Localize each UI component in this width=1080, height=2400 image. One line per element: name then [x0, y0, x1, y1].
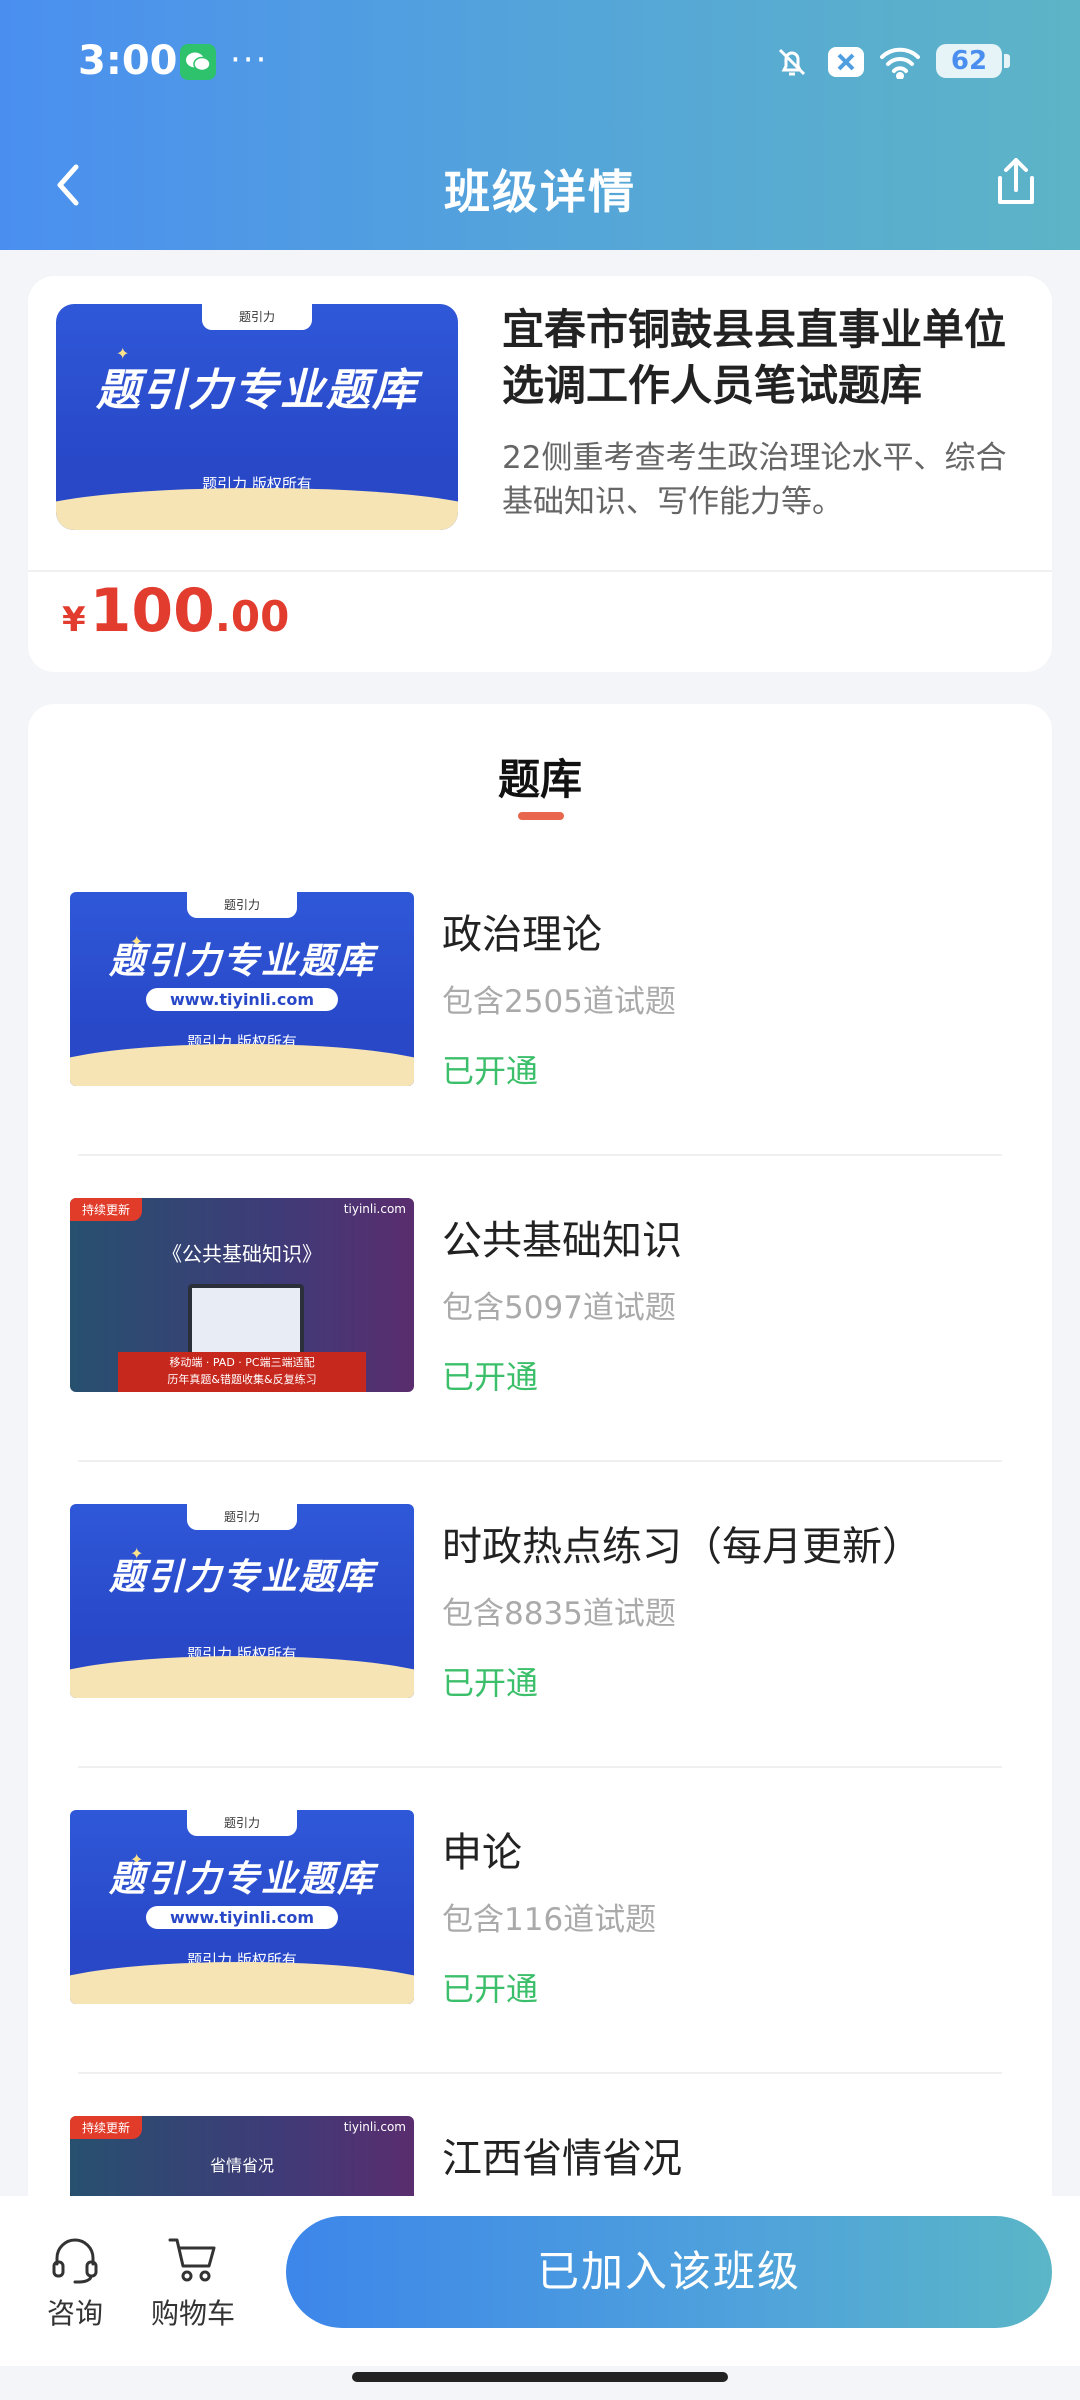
- status-time: 3:00: [78, 38, 178, 84]
- course-price: ¥ 100 .00: [62, 576, 289, 646]
- thumb-title: 《公共基础知识》: [162, 1242, 322, 1266]
- laptop-icon: [188, 1284, 304, 1356]
- thumb-banner: 移动端 · PAD · PC端三端适配 历年真题&错题收集&反复练习: [118, 1352, 366, 1392]
- headset-icon: [20, 2232, 130, 2288]
- course-title: 宜春市铜鼓县县直事业单位选调工作人员笔试题库: [502, 305, 1007, 410]
- bank-item-count: 包含5097道试题: [442, 1290, 676, 1326]
- bank-item-status: 已开通: [442, 1358, 539, 1396]
- bank-item-name: 时政热点练习（每月更新）: [442, 1524, 922, 1570]
- bank-item-status: 已开通: [442, 1052, 539, 1090]
- bank-thumbnail: 持续更新 tiyinli.com 省情省况: [70, 2116, 414, 2200]
- thumb-title: 题引力专业题库: [108, 941, 375, 982]
- share-icon[interactable]: [986, 152, 1046, 212]
- home-indicator[interactable]: [352, 2372, 728, 2382]
- thumb-banner-line2: 历年真题&错题收集&反复练习: [167, 1373, 317, 1386]
- heading-underline: [518, 812, 564, 820]
- bank-item-count: 包含8835道试题: [442, 1596, 676, 1632]
- shopping-cart-icon: [138, 2232, 248, 2288]
- question-bank-list: 题引力 ✦ 题引力专业题库 www.tiyinli.com 题引力 版权所有 政…: [28, 850, 1052, 2200]
- consult-button[interactable]: 咨询: [20, 2232, 130, 2332]
- thumb-url: www.tiyinli.com: [145, 1906, 339, 1929]
- section-heading: 题库: [497, 755, 582, 804]
- thumb-title: 题引力专业题库: [108, 1859, 375, 1900]
- thumb-title: 题引力专业题库: [108, 1557, 375, 1598]
- close-notification-icon: [824, 42, 868, 82]
- thumb-banner-line1: 移动端 · PAD · PC端三端适配: [169, 1356, 315, 1369]
- bank-item-count: 包含2505道试题: [442, 984, 676, 1020]
- price-decimal: .00: [214, 592, 290, 641]
- status-bar: 3:00 ··· 62: [0, 0, 1080, 120]
- bank-item-status: 已开通: [442, 1970, 539, 2008]
- wechat-icon: [180, 44, 216, 80]
- price-symbol: ¥: [62, 600, 86, 640]
- page-title: 班级详情: [444, 165, 636, 219]
- thumb-title: 题引力专业题库: [96, 365, 418, 416]
- more-notifications-icon: ···: [230, 40, 269, 80]
- navigation-bar: 班级详情: [0, 130, 1080, 240]
- bank-thumbnail: 持续更新 tiyinli.com 《公共基础知识》 移动端 · PAD · PC…: [70, 1198, 414, 1392]
- bank-item-essay[interactable]: 题引力 ✦ 题引力专业题库 www.tiyinli.com 题引力 版权所有 申…: [28, 1768, 1052, 2074]
- question-bank-section: 题库 题引力 ✦ 题引力专业题库 www.tiyinli.com 题引力 版权所…: [28, 704, 1052, 2200]
- bottom-action-bar: 咨询 购物车 已加入该班级: [0, 2196, 1080, 2366]
- bank-item-public-basics[interactable]: 持续更新 tiyinli.com 《公共基础知识》 移动端 · PAD · PC…: [28, 1156, 1052, 1462]
- mute-bell-icon: [772, 42, 812, 82]
- course-description: 22侧重考查考生政治理论水平、综合基础知识、写作能力等。: [502, 440, 1007, 520]
- cart-button[interactable]: 购物车: [138, 2232, 248, 2332]
- bank-item-name: 公共基础知识: [442, 1218, 682, 1264]
- thumb-brand: tiyinli.com: [343, 2120, 406, 2134]
- battery-indicator: 62: [936, 44, 1010, 78]
- bank-thumbnail: 题引力 ✦ 题引力专业题库 www.tiyinli.com 题引力 版权所有: [70, 892, 414, 1086]
- bank-item-name: 申论: [442, 1830, 522, 1876]
- course-card: 题引力 ✦ 题引力专业题库 题引力 版权所有 宜春市铜鼓县县直事业单位选调工作人…: [28, 276, 1052, 672]
- joined-class-button[interactable]: 已加入该班级: [286, 2216, 1052, 2328]
- bank-item-politics[interactable]: 题引力 ✦ 题引力专业题库 www.tiyinli.com 题引力 版权所有 政…: [28, 850, 1052, 1156]
- thumb-tab: 题引力: [187, 1810, 297, 1836]
- cart-label: 购物车: [150, 2297, 235, 2330]
- divider: [28, 570, 1052, 572]
- course-thumbnail: 题引力 ✦ 题引力专业题库 题引力 版权所有: [56, 304, 458, 530]
- bank-item-jiangxi[interactable]: 持续更新 tiyinli.com 省情省况 江西省情省况: [28, 2074, 1052, 2200]
- thumb-tab: 题引力: [202, 304, 312, 330]
- bank-item-name: 江西省情省况: [442, 2136, 682, 2182]
- thumb-brand: tiyinli.com: [343, 1202, 406, 1216]
- consult-label: 咨询: [46, 2297, 103, 2330]
- price-integer: 100: [89, 576, 215, 646]
- bank-item-status: 已开通: [442, 1664, 539, 1702]
- thumb-title: 省情省况: [209, 2156, 274, 2175]
- thumb-tag: 持续更新: [70, 2116, 143, 2139]
- wifi-icon: [876, 42, 924, 82]
- thumb-tag: 持续更新: [70, 1198, 143, 1221]
- bank-thumbnail: 题引力 ✦ 题引力专业题库 www.tiyinli.com 题引力 版权所有: [70, 1810, 414, 2004]
- bank-thumbnail: 题引力 ✦ 题引力专业题库 题引力 版权所有: [70, 1504, 414, 1698]
- bank-item-current-affairs[interactable]: 题引力 ✦ 题引力专业题库 题引力 版权所有 时政热点练习（每月更新） 包含88…: [28, 1462, 1052, 1768]
- thumb-tab: 题引力: [187, 892, 297, 918]
- thumb-tab: 题引力: [187, 1504, 297, 1530]
- thumb-url: www.tiyinli.com: [145, 988, 339, 1011]
- bank-item-count: 包含116道试题: [442, 1902, 657, 1938]
- bank-item-name: 政治理论: [442, 912, 602, 958]
